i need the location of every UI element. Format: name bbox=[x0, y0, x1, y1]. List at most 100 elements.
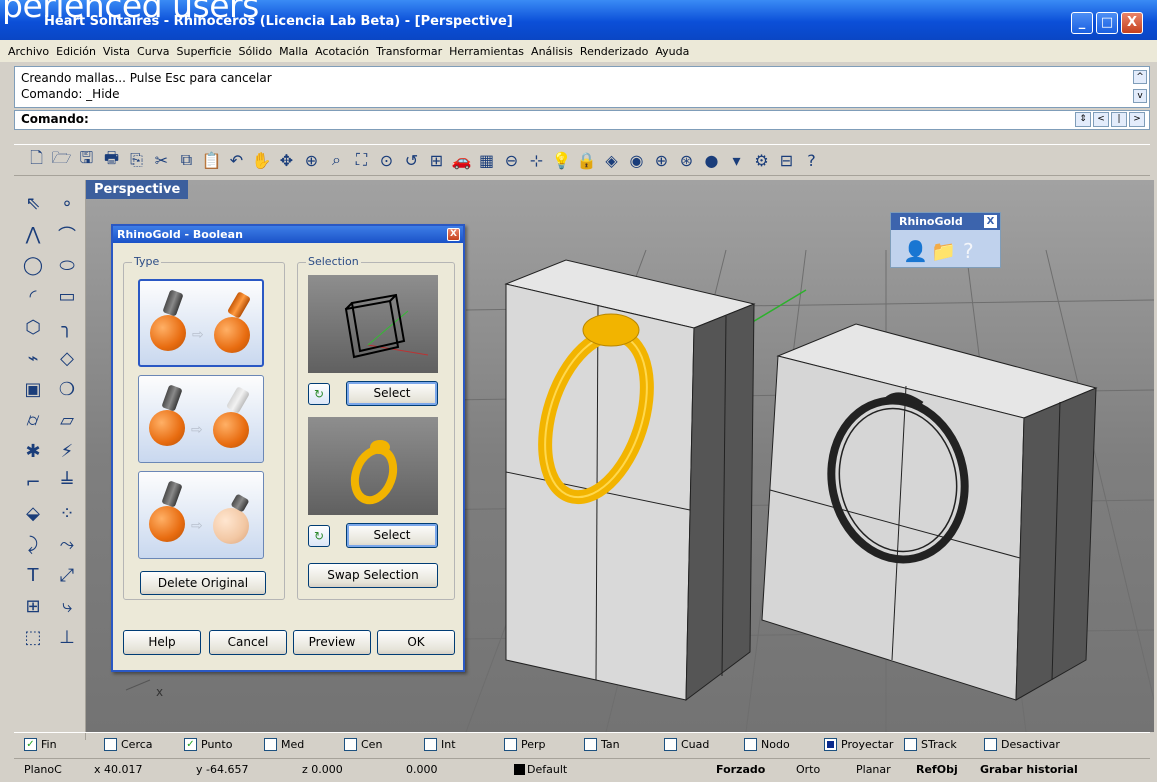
sphere-mesh-icon[interactable]: ⊛ bbox=[676, 150, 697, 171]
menu-archivo[interactable]: Archivo bbox=[8, 45, 49, 58]
cplane-icon[interactable]: ⊹ bbox=[526, 150, 547, 171]
user-icon[interactable]: 👤 bbox=[903, 239, 928, 263]
settings-icon[interactable]: ⚙ bbox=[751, 150, 772, 171]
color-wheel-icon[interactable]: ◉ bbox=[626, 150, 647, 171]
osnap-checkbox[interactable] bbox=[104, 738, 117, 751]
osnap-fin[interactable]: ✓ Fin bbox=[24, 738, 104, 751]
zoom-window-icon[interactable]: ⌕ bbox=[326, 150, 347, 171]
osnap-cuad[interactable]: Cuad bbox=[664, 738, 744, 751]
planar-toggle[interactable]: Planar bbox=[856, 763, 916, 776]
menu-solido[interactable]: Sólido bbox=[239, 45, 273, 58]
menu-superficie[interactable]: Superficie bbox=[176, 45, 231, 58]
osnap-checkbox[interactable]: ✓ bbox=[184, 738, 197, 751]
grid-icon[interactable]: ▦ bbox=[476, 150, 497, 171]
surface-icon[interactable]: ◇ bbox=[50, 343, 84, 374]
cylinder-icon[interactable]: ⌭ bbox=[16, 405, 50, 436]
osnap-checkbox[interactable] bbox=[264, 738, 277, 751]
boolean-union-button[interactable]: ⇨ bbox=[138, 279, 264, 367]
dimension-icon[interactable]: ⊥ bbox=[50, 622, 84, 653]
menu-curva[interactable]: Curva bbox=[137, 45, 169, 58]
minimize-button[interactable]: _ bbox=[1071, 12, 1093, 34]
refobj-toggle[interactable]: RefObj bbox=[916, 763, 980, 776]
command-line[interactable]: Comando: ⇕ < | > bbox=[14, 110, 1150, 130]
osnap-checkbox[interactable] bbox=[904, 738, 917, 751]
osnap-punto[interactable]: ✓ Punto bbox=[184, 738, 264, 751]
light-icon[interactable]: 💡 bbox=[551, 150, 572, 171]
transform-icon[interactable]: ⤷ bbox=[50, 591, 84, 622]
surface-flat-icon[interactable]: ▱ bbox=[50, 405, 84, 436]
history-scroll-up-button[interactable]: ^ bbox=[1133, 70, 1147, 84]
polyline-icon[interactable]: ⋀ bbox=[16, 219, 50, 250]
solid-box-icon[interactable]: ⬚ bbox=[16, 622, 50, 653]
gear-tool-icon[interactable]: ✱ bbox=[16, 436, 50, 467]
command-sep-button[interactable]: | bbox=[1111, 112, 1127, 127]
menu-acotacion[interactable]: Acotación bbox=[315, 45, 369, 58]
curve-icon[interactable]: ⌒ bbox=[50, 219, 84, 250]
dialog-close-button[interactable]: X bbox=[447, 228, 460, 241]
rhinogold-panel-title[interactable]: RhinoGold X bbox=[891, 213, 1000, 230]
paste-icon[interactable]: 📋 bbox=[201, 150, 222, 171]
render-sphere-icon[interactable]: ● bbox=[701, 150, 722, 171]
osnap-checkbox[interactable] bbox=[824, 738, 837, 751]
undo-icon[interactable]: ↶ bbox=[226, 150, 247, 171]
osnap-perp[interactable]: Perp bbox=[504, 738, 584, 751]
swap-selection-button[interactable]: Swap Selection bbox=[308, 563, 438, 588]
fillet-icon[interactable]: ╮ bbox=[50, 312, 84, 343]
osnap-desactivar[interactable]: Desactivar bbox=[984, 738, 1064, 751]
maximize-button[interactable]: □ bbox=[1096, 12, 1118, 34]
osnap-tan[interactable]: Tan bbox=[584, 738, 664, 751]
sphere-wire-icon[interactable]: ⊕ bbox=[651, 150, 672, 171]
osnap-checkbox[interactable] bbox=[984, 738, 997, 751]
refresh-selection-2-icon[interactable]: ↻ bbox=[308, 525, 330, 547]
rectangle-icon[interactable]: ▭ bbox=[50, 281, 84, 312]
menu-transformar[interactable]: Transformar bbox=[376, 45, 442, 58]
print-icon[interactable]: 🖶 bbox=[101, 148, 122, 171]
pan-icon[interactable]: ✋ bbox=[251, 150, 272, 171]
osnap-checkbox[interactable] bbox=[344, 738, 357, 751]
osnap-proyectar[interactable]: Proyectar bbox=[824, 738, 904, 751]
properties-icon[interactable]: ▾ bbox=[726, 150, 747, 171]
ellipse-icon[interactable]: ⬭ bbox=[50, 250, 84, 281]
layout-icon[interactable]: ⊟ bbox=[776, 150, 797, 171]
menu-edicion[interactable]: Edición bbox=[56, 45, 96, 58]
osnap-strack[interactable]: STrack bbox=[904, 738, 984, 751]
refresh-selection-1-icon[interactable]: ↻ bbox=[308, 383, 330, 405]
cplane-status[interactable]: PlanoC bbox=[24, 763, 94, 776]
help-icon[interactable]: ? bbox=[801, 150, 822, 171]
osnap-icon[interactable]: ⊖ bbox=[501, 150, 522, 171]
split-icon[interactable]: ╧ bbox=[50, 467, 84, 498]
layer-status[interactable]: Default bbox=[514, 763, 716, 776]
help-circle-icon[interactable]: ? bbox=[963, 239, 974, 263]
boolean-difference-button[interactable]: ⇨ bbox=[138, 375, 264, 463]
arc-icon[interactable]: ◜ bbox=[16, 281, 50, 312]
text-icon[interactable]: T bbox=[16, 560, 50, 591]
open-icon[interactable]: 🗁 bbox=[51, 148, 72, 171]
osnap-med[interactable]: Med bbox=[264, 738, 344, 751]
menu-ayuda[interactable]: Ayuda bbox=[655, 45, 689, 58]
osnap-int[interactable]: Int bbox=[424, 738, 504, 751]
curve-edit-icon[interactable]: ⌁ bbox=[16, 343, 50, 374]
offset-icon[interactable]: ⤸ bbox=[16, 529, 50, 560]
command-prev-button[interactable]: < bbox=[1093, 112, 1109, 127]
osnap-checkbox[interactable] bbox=[504, 738, 517, 751]
scale-icon[interactable]: ⤢ bbox=[50, 560, 84, 591]
ok-button[interactable]: OK bbox=[377, 630, 455, 655]
copy-icon[interactable]: ⧉ bbox=[176, 150, 197, 171]
title-bar[interactable]: perienced users Heart Solitaires - Rhino… bbox=[0, 0, 1157, 40]
extend-icon[interactable]: ⤳ bbox=[50, 529, 84, 560]
forzado-toggle[interactable]: Forzado bbox=[716, 763, 796, 776]
points-icon[interactable]: ⁘ bbox=[50, 498, 84, 529]
select-second-button[interactable]: Select bbox=[346, 523, 438, 548]
undo-view-icon[interactable]: ↺ bbox=[401, 150, 422, 171]
import-icon[interactable]: ⎘ bbox=[126, 150, 147, 171]
command-next-button[interactable]: > bbox=[1129, 112, 1145, 127]
zoom-selected-icon[interactable]: ⊙ bbox=[376, 150, 397, 171]
menu-malla[interactable]: Malla bbox=[279, 45, 308, 58]
osnap-checkbox[interactable] bbox=[424, 738, 437, 751]
four-views-icon[interactable]: ⊞ bbox=[426, 150, 447, 171]
polygon-icon[interactable]: ⬡ bbox=[16, 312, 50, 343]
circle-icon[interactable]: ◯ bbox=[16, 250, 50, 281]
preview-button[interactable]: Preview bbox=[293, 630, 371, 655]
help-button[interactable]: Help bbox=[123, 630, 201, 655]
select-first-button[interactable]: Select bbox=[346, 381, 438, 406]
